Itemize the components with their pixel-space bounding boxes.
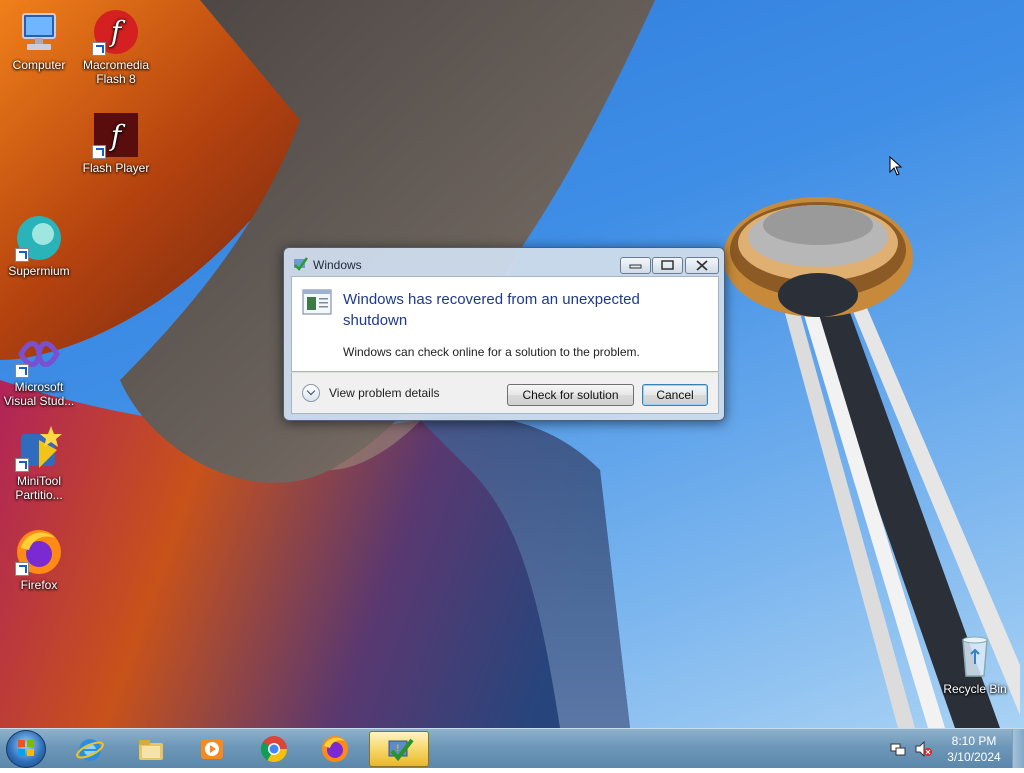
desktop-icon-label: Computer [12,58,66,72]
shortcut-arrow-icon [15,458,29,472]
dialog-footer: View problem details Check for solution … [291,372,719,414]
desktop-icon-label: Macromedia Flash 8 [82,58,150,86]
close-button[interactable] [685,257,719,274]
desktop-icon-macromedia-flash-8[interactable]: f Macromedia Flash 8 [78,8,154,86]
shortcut-arrow-icon [15,364,29,378]
desktop-icon-firefox[interactable]: Firefox [1,528,77,592]
svg-text:!: ! [396,744,400,754]
media-player-icon [201,739,223,759]
maximize-button[interactable] [652,257,683,274]
computer-icon [15,8,63,56]
desktop-icon-label: Firefox [20,578,58,592]
recycle-bin-icon [951,632,999,680]
recovery-dialog: Windows Windows has recovered from an un… [283,247,725,421]
desktop-icon-label: Flash Player [82,161,150,175]
start-button[interactable] [6,730,46,768]
dialog-title: Windows [313,258,362,272]
expander-chevron-icon[interactable] [302,384,320,402]
taskbar-clock[interactable]: 8:10 PM 3/10/2024 [938,733,1010,765]
cancel-button[interactable]: Cancel [642,384,708,406]
dialog-content: Windows has recovered from an unexpected… [291,276,719,372]
taskbar-internet-explorer[interactable] [62,731,118,767]
supermium-icon [15,214,63,262]
maximize-icon [661,260,674,270]
desktop-icon-supermium[interactable]: Supermium [1,214,77,278]
desktop-icon-flash-player[interactable]: f Flash Player [78,111,154,175]
desktop-icon-label: Microsoft Visual Stud... [3,380,75,408]
flash-icon: f [92,8,140,56]
close-icon [696,260,708,271]
taskbar-file-explorer[interactable] [123,731,179,767]
view-problem-details-link[interactable]: View problem details [329,386,440,400]
network-icon[interactable] [890,741,906,757]
desktop[interactable]: Computer f Macromedia Flash 8 f Flash Pl… [0,0,1024,728]
windows-logo-icon [18,740,34,756]
desktop-icon-label: Supermium [8,264,70,278]
mouse-cursor-icon [889,156,903,176]
clock-time: 8:10 PM [951,734,997,748]
firefox-icon [15,528,63,576]
desktop-icon-recycle-bin[interactable]: Recycle Bin [937,632,1013,696]
flag-check-icon [294,257,308,271]
minimize-icon [629,264,642,269]
taskbar-media-player[interactable] [184,731,240,767]
desktop-icon-label: Recycle Bin [943,682,1007,696]
show-desktop-button[interactable] [1012,729,1024,768]
desktop-icon-computer[interactable]: Computer [1,8,77,72]
flag-check-icon: ! [388,738,414,762]
shortcut-arrow-icon [92,42,106,56]
shortcut-arrow-icon [92,145,106,159]
taskbar-action-center-dialog[interactable]: ! [369,731,429,767]
desktop-icon-label: MiniTool Partitio... [15,474,63,502]
chrome-icon [260,736,288,763]
desktop-icon-minitool[interactable]: MiniTool Partitio... [1,424,77,502]
desktop-icon-visual-studio[interactable]: Microsoft Visual Stud... [1,330,77,408]
check-for-solution-button[interactable]: Check for solution [507,384,634,406]
minitool-icon [15,424,63,472]
ie-icon [76,739,104,761]
content-text: Windows can check online for a solution … [343,345,640,359]
taskbar-firefox[interactable] [307,731,363,767]
firefox-icon [322,736,348,762]
folder-icon [139,740,163,760]
main-instruction: Windows has recovered from an unexpected… [343,291,640,329]
window-report-icon [302,289,332,315]
minimize-button[interactable] [620,257,651,274]
shortcut-arrow-icon [15,562,29,576]
dialog-titlebar[interactable]: Windows [284,248,724,276]
clock-date: 3/10/2024 [947,750,1001,764]
volume-muted-icon[interactable] [914,741,932,757]
taskbar: ! 8:10 PM 3/10/2024 [0,728,1024,768]
taskbar-chrome[interactable] [246,731,302,767]
visual-studio-icon [15,330,63,378]
flash-player-icon: f [92,111,140,159]
shortcut-arrow-icon [15,248,29,262]
